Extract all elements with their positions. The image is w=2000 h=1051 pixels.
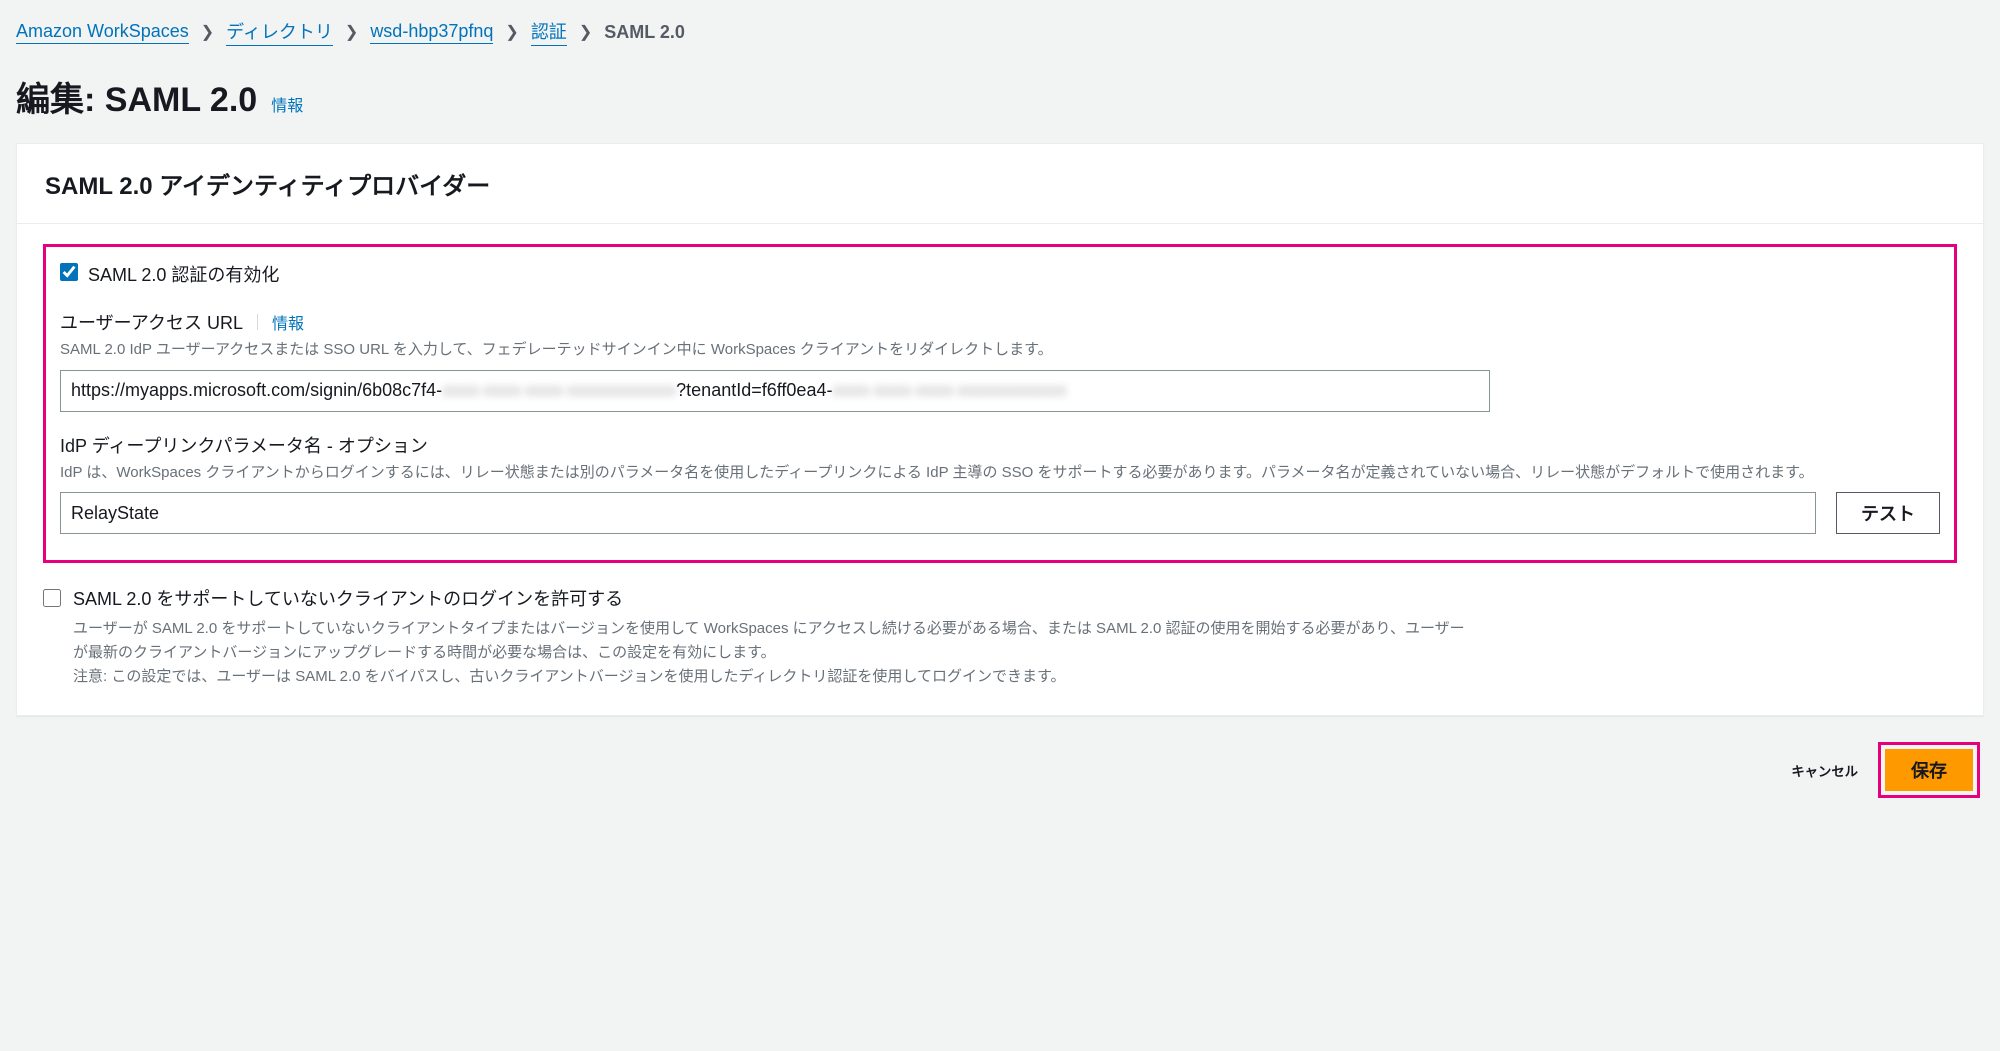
user-access-url-field: ユーザーアクセス URL 情報 SAML 2.0 IdP ユーザーアクセスまたは… (60, 309, 1940, 412)
url-redacted-segment: xxxx-xxxx-xxxx-xxxxxxxxxxxx (442, 380, 676, 401)
breadcrumb-link-workspaces[interactable]: Amazon WorkSpaces (16, 21, 189, 44)
chevron-right-icon: ❯ (579, 22, 592, 42)
url-redacted-segment: xxxx-xxxx-xxxx-xxxxxxxxxxxx (832, 380, 1066, 401)
allow-fallback-desc: ユーザーが SAML 2.0 をサポートしていないクライアントタイプまたはバージ… (73, 617, 1473, 689)
test-button[interactable]: テスト (1836, 492, 1940, 534)
user-access-url-input[interactable]: https://myapps.microsoft.com/signin/6b08… (60, 370, 1490, 412)
page-title: 編集: SAML 2.0 (16, 72, 257, 121)
breadcrumb-link-directories[interactable]: ディレクトリ (226, 18, 333, 46)
cancel-button[interactable]: キャンセル (1791, 761, 1858, 780)
save-button[interactable]: 保存 (1885, 749, 1973, 791)
url-segment: ?tenantId=f6ff0ea4- (676, 380, 832, 401)
deep-link-param-field: IdP ディープリンクパラメータ名 - オプション IdP は、WorkSpac… (60, 432, 1940, 535)
breadcrumb-link-auth[interactable]: 認証 (531, 18, 567, 46)
breadcrumb-link-directory-id[interactable]: wsd-hbp37pfnq (370, 21, 493, 44)
saml-idp-panel: SAML 2.0 アイデンティティプロバイダー SAML 2.0 認証の有効化 … (16, 143, 1984, 716)
panel-header: SAML 2.0 アイデンティティプロバイダー (17, 144, 1983, 224)
user-access-url-label: ユーザーアクセス URL (60, 309, 243, 335)
divider (257, 314, 258, 330)
user-access-url-info-link[interactable]: 情報 (272, 310, 304, 335)
allow-fallback-checkbox[interactable] (43, 589, 61, 607)
save-button-highlight: 保存 (1878, 742, 1980, 798)
highlighted-settings-region: SAML 2.0 認証の有効化 ユーザーアクセス URL 情報 SAML 2.0… (43, 244, 1957, 563)
deep-link-param-input[interactable] (60, 492, 1816, 534)
chevron-right-icon: ❯ (345, 22, 358, 42)
footer-actions: キャンセル 保存 (16, 716, 1984, 798)
deep-link-param-label: IdP ディープリンクパラメータ名 - オプション (60, 432, 428, 458)
chevron-right-icon: ❯ (201, 22, 214, 42)
deep-link-param-desc: IdP は、WorkSpaces クライアントからログインするには、リレー状態ま… (60, 462, 1940, 485)
breadcrumb: Amazon WorkSpaces ❯ ディレクトリ ❯ wsd-hbp37pf… (16, 14, 1984, 58)
enable-saml-label[interactable]: SAML 2.0 認証の有効化 (88, 261, 279, 287)
allow-fallback-section: SAML 2.0 をサポートしていないクライアントのログインを許可する ユーザー… (43, 585, 1957, 689)
enable-saml-checkbox[interactable] (60, 263, 78, 281)
panel-title: SAML 2.0 アイデンティティプロバイダー (45, 166, 1955, 201)
user-access-url-desc: SAML 2.0 IdP ユーザーアクセスまたは SSO URL を入力して、フ… (60, 339, 1940, 362)
allow-fallback-label[interactable]: SAML 2.0 をサポートしていないクライアントのログインを許可する (73, 589, 623, 609)
breadcrumb-current: SAML 2.0 (604, 22, 685, 43)
url-segment: https://myapps.microsoft.com/signin/6b08… (71, 380, 442, 401)
chevron-right-icon: ❯ (505, 22, 518, 42)
page-info-link[interactable]: 情報 (271, 92, 303, 117)
